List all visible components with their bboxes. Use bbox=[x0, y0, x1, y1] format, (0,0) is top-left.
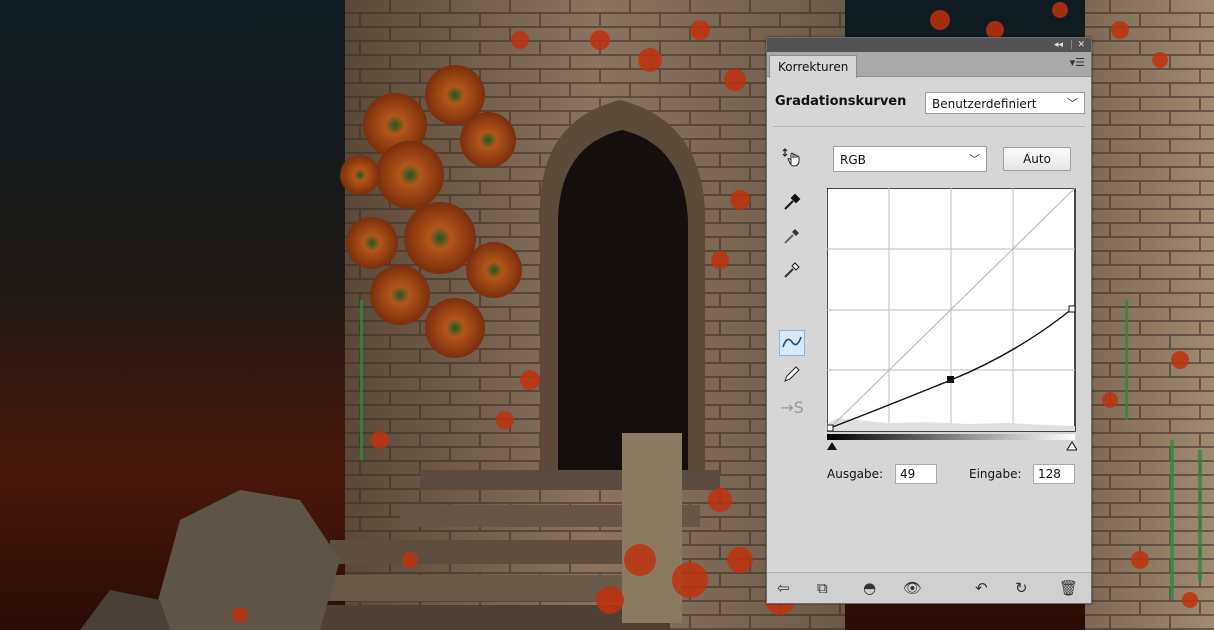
input-field[interactable]: 128 bbox=[1033, 464, 1075, 484]
adjustment-title: Gradationskurven bbox=[775, 94, 907, 109]
visibility-eye-icon[interactable]: 👁 bbox=[903, 578, 922, 598]
chevron-down-icon: ﹀ bbox=[969, 153, 980, 166]
view-previous-icon[interactable]: ↶ bbox=[975, 578, 988, 598]
clip-to-layer-icon[interactable]: ◓ bbox=[863, 578, 876, 598]
adjustments-panel: ◂◂ | ✕ Korrekturen ▾☰ Gradationskurven B… bbox=[766, 37, 1092, 604]
trash-icon[interactable]: 🗑 bbox=[1059, 578, 1078, 598]
curve-point-black[interactable] bbox=[827, 424, 834, 432]
titlebar-divider: | bbox=[1069, 40, 1073, 50]
panel-bottom-toolbar: ⇦ ⧉ ◓ 👁 ↶ ↻ 🗑 bbox=[767, 572, 1091, 603]
curve-point-selected[interactable] bbox=[947, 376, 954, 383]
black-slider-handle[interactable] bbox=[827, 442, 837, 450]
back-arrow-icon[interactable]: ⇦ bbox=[777, 578, 790, 598]
divider bbox=[773, 126, 1085, 127]
auto-button[interactable]: Auto bbox=[1003, 147, 1071, 171]
reset-icon[interactable]: ↻ bbox=[1015, 578, 1028, 598]
channel-select[interactable]: RGB ﹀ bbox=[833, 146, 987, 172]
tab-korrekturen[interactable]: Korrekturen bbox=[769, 55, 858, 78]
smooth-curve-icon[interactable]: →S bbox=[779, 396, 805, 420]
preset-value: Benutzerdefiniert bbox=[932, 97, 1037, 111]
curve-point-white[interactable] bbox=[1068, 305, 1076, 313]
output-label: Ausgabe: bbox=[827, 467, 884, 481]
white-slider-handle[interactable] bbox=[1066, 441, 1077, 451]
input-label: Eingabe: bbox=[969, 467, 1022, 481]
output-gradient-bar bbox=[827, 434, 1075, 440]
curves-graph[interactable] bbox=[827, 188, 1077, 458]
black-point-eyedropper-icon[interactable] bbox=[779, 192, 805, 216]
output-field[interactable]: 49 bbox=[895, 464, 937, 484]
white-point-eyedropper-icon[interactable] bbox=[779, 260, 805, 284]
curve-point-icon[interactable] bbox=[779, 330, 805, 356]
pencil-draw-icon[interactable] bbox=[779, 364, 805, 388]
close-icon[interactable]: ✕ bbox=[1077, 38, 1085, 52]
chevron-down-icon: ﹀ bbox=[1067, 97, 1078, 110]
channel-value: RGB bbox=[840, 153, 866, 167]
panel-tabbar: Korrekturen ▾☰ bbox=[767, 52, 1091, 78]
collapse-icon[interactable]: ◂◂ bbox=[1054, 38, 1063, 52]
gray-point-eyedropper-icon[interactable] bbox=[779, 226, 805, 250]
panel-titlebar: ◂◂ | ✕ bbox=[767, 38, 1091, 52]
hand-target-adjust-icon[interactable] bbox=[779, 146, 805, 170]
expand-view-icon[interactable]: ⧉ bbox=[817, 578, 828, 598]
preset-select[interactable]: Benutzerdefiniert ﹀ bbox=[925, 92, 1085, 114]
panel-menu-icon[interactable]: ▾☰ bbox=[1070, 56, 1085, 69]
